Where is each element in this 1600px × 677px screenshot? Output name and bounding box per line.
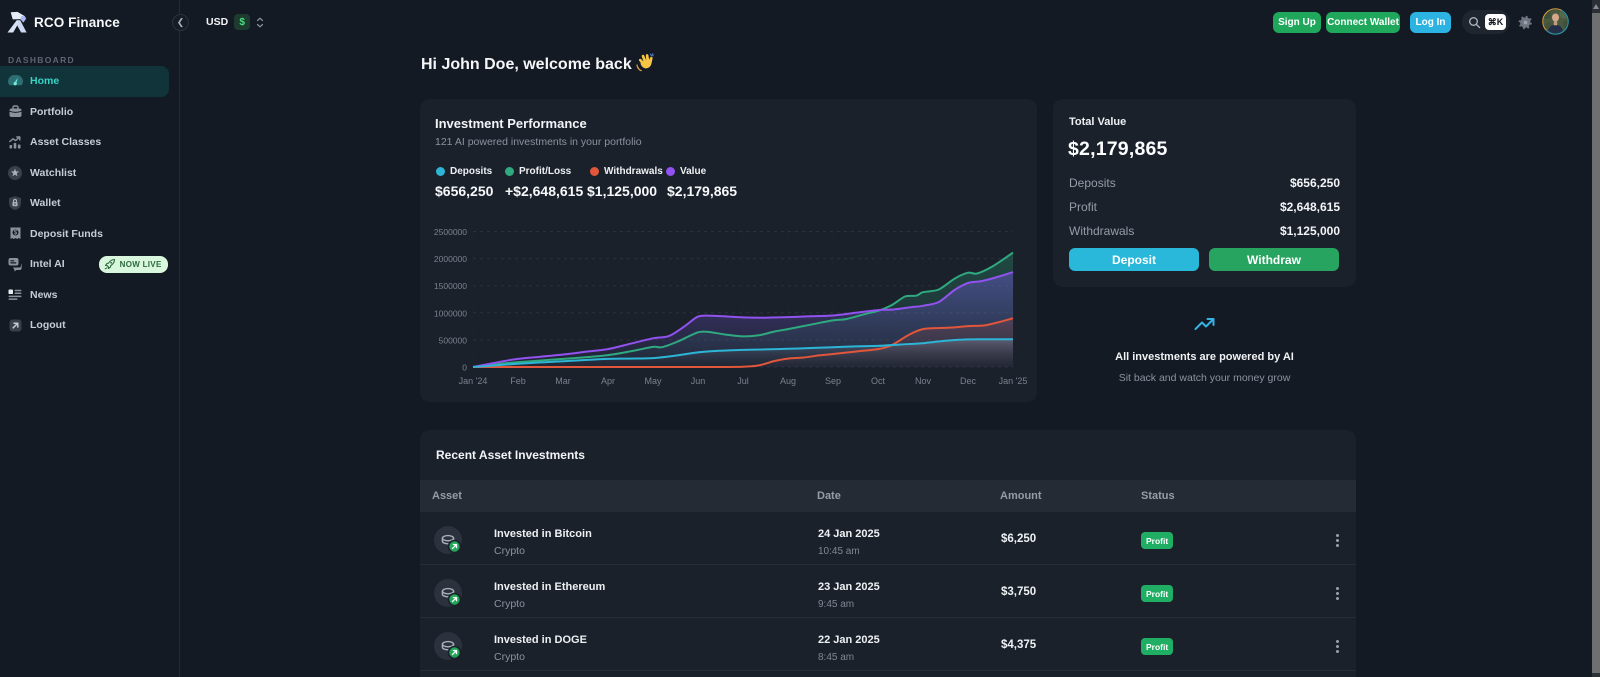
svg-text:Jan '24: Jan '24 <box>459 376 488 386</box>
svg-text:Dec: Dec <box>960 376 977 386</box>
svg-text:Apr: Apr <box>601 376 615 386</box>
svg-text:Aug: Aug <box>780 376 796 386</box>
svg-text:Nov: Nov <box>915 376 932 386</box>
svg-text:Oct: Oct <box>871 376 886 386</box>
svg-text:1500000: 1500000 <box>434 281 467 291</box>
svg-text:Feb: Feb <box>510 376 526 386</box>
svg-text:Jul: Jul <box>737 376 749 386</box>
svg-text:2000000: 2000000 <box>434 254 467 264</box>
svg-text:1000000: 1000000 <box>434 308 467 318</box>
svg-text:May: May <box>644 376 662 386</box>
svg-text:Mar: Mar <box>555 376 571 386</box>
svg-text:2500000: 2500000 <box>434 227 467 237</box>
svg-text:Jan '25: Jan '25 <box>999 376 1028 386</box>
svg-text:Sep: Sep <box>825 376 841 386</box>
svg-text:0: 0 <box>462 363 467 373</box>
svg-text:500000: 500000 <box>439 335 468 345</box>
svg-text:Jun: Jun <box>691 376 706 386</box>
